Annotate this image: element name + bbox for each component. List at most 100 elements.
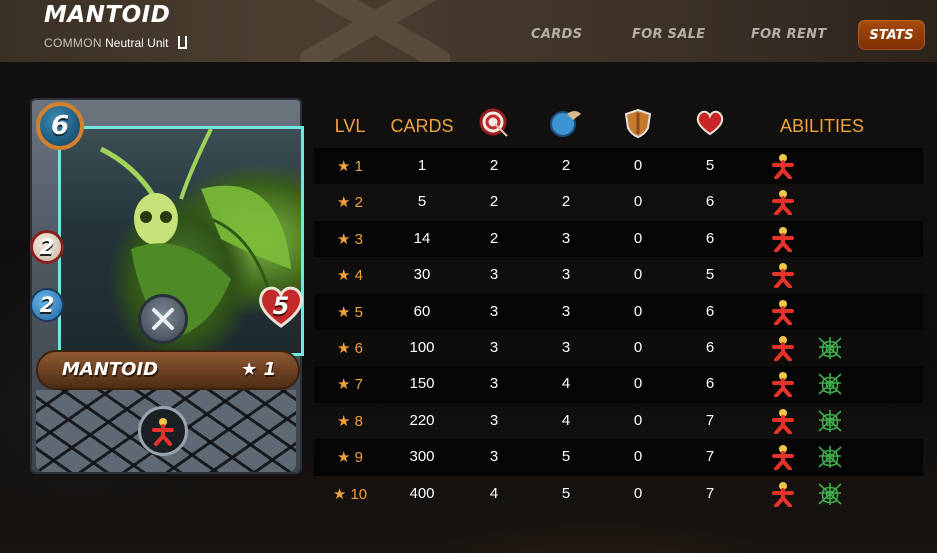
armor-cell: 0 [633, 157, 643, 174]
speed-cell: 2 [561, 193, 571, 211]
level-cell: ★ 10 [332, 485, 368, 503]
stats-row-5: ★ 5 60 3 3 0 6 [314, 293, 923, 330]
armor-cell: 0 [633, 338, 643, 356]
card-image: 6 2 2 5 MANTOID ★ 1 [30, 98, 304, 474]
taunt-icon[interactable] [769, 262, 797, 289]
stats-row-4: ★ 4 30 3 3 0 5 [314, 257, 923, 293]
speed-cell: 5 [561, 448, 571, 466]
health-badge: 5 [256, 284, 306, 328]
element-type-label: Neutral Unit [105, 36, 169, 50]
card-name-text: MANTOID [62, 359, 159, 380]
stats-row-3: ★ 3 14 2 3 0 6 [314, 220, 923, 258]
web-icon[interactable] [816, 481, 844, 507]
armor-cell: 0 [633, 448, 643, 466]
health-value: 5 [272, 292, 290, 320]
web-icon[interactable] [816, 408, 844, 434]
health-cell: 6 [705, 302, 715, 320]
armor-cell: 0 [633, 193, 643, 211]
ranged-attack-badge: 2 [30, 230, 64, 264]
cards-cell: 100 [409, 338, 435, 356]
health-cell: 6 [705, 375, 715, 393]
level-cell: ★ 6 [337, 339, 363, 357]
stats-row-8: ★ 8 220 3 4 0 7 [314, 403, 923, 439]
cards-cell: 14 [413, 229, 431, 247]
stats-row-1: ★ 1 1 2 2 0 5 [314, 148, 923, 185]
level-cell: ★ 2 [337, 194, 363, 212]
taunt-icon[interactable] [769, 335, 797, 361]
armor-cell: 0 [633, 229, 643, 247]
taunt-icon[interactable] [769, 408, 797, 434]
armor-cell: 0 [633, 302, 643, 320]
armor-cell: 0 [633, 266, 643, 284]
ranged-attack-icon [479, 108, 509, 142]
tab-for-sale[interactable]: FOR SALE [632, 27, 705, 42]
stats-row-6: ★ 6 100 3 3 0 6 [314, 330, 923, 366]
web-icon[interactable] [816, 444, 844, 470]
speed-icon [549, 108, 583, 142]
ranged-cell: 3 [489, 266, 499, 284]
taunt-icon[interactable] [769, 444, 797, 471]
health-cell: 5 [705, 157, 715, 174]
armor-cell: 0 [633, 375, 643, 393]
card-name-plate: MANTOID ★ 1 [36, 350, 300, 390]
ranged-cell: 3 [489, 338, 499, 356]
stats-header-row: LVL CARDS ABILITIES [314, 104, 923, 148]
taunt-icon [152, 418, 174, 446]
level-cell: ★ 4 [337, 267, 363, 285]
level-cell: ★ 3 [337, 230, 363, 248]
taunt-icon[interactable] [769, 299, 797, 325]
card-ability-badge [138, 406, 188, 456]
ranged-cell: 3 [489, 302, 499, 320]
cards-cell: 150 [409, 375, 435, 393]
crossed-swords-icon [152, 308, 174, 330]
ranged-cell: 3 [489, 411, 499, 429]
speed-cell: 3 [561, 229, 571, 247]
level-cell: ★ 1 [337, 158, 363, 175]
speed-cell: 3 [561, 338, 571, 356]
health-cell: 7 [705, 484, 715, 502]
header-cards: CARDS [390, 116, 454, 136]
neutral-type-emblem [138, 294, 188, 344]
taunt-icon[interactable] [769, 153, 797, 179]
speed-cell: 3 [561, 302, 571, 320]
armor-icon [624, 108, 652, 142]
taunt-icon[interactable] [769, 371, 797, 398]
taunt-icon[interactable] [769, 481, 797, 507]
cards-cell: 5 [417, 193, 427, 211]
cards-cell: 300 [409, 448, 435, 466]
health-cell: 6 [705, 229, 715, 247]
stats-row-9: ★ 9 300 3 5 0 7 [314, 439, 923, 476]
health-cell: 6 [705, 193, 715, 211]
ranged-cell: 2 [489, 193, 499, 211]
armor-cell: 0 [633, 484, 643, 502]
ranged-cell: 4 [489, 484, 499, 502]
ranged-cell: 2 [489, 157, 499, 174]
health-cell: 5 [705, 266, 715, 284]
cards-cell: 220 [409, 411, 435, 429]
tab-cards[interactable]: CARDS [531, 27, 582, 42]
mana-cost-badge: 6 [36, 102, 84, 150]
edition-icon [177, 36, 187, 49]
cards-cell: 1 [417, 157, 427, 174]
speed-cell: 5 [561, 484, 571, 502]
cards-cell: 30 [413, 266, 431, 284]
speed-badge: 2 [30, 288, 64, 322]
taunt-icon[interactable] [769, 189, 797, 216]
card-header: MANTOID COMMON Neutral Unit CARDS FOR SA… [0, 0, 937, 62]
tab-for-rent[interactable]: FOR RENT [751, 27, 827, 42]
speed-cell: 4 [561, 375, 571, 393]
stats-row-7: ★ 7 150 3 4 0 6 [314, 366, 923, 403]
tab-stats[interactable]: STATS [858, 20, 925, 50]
card-subtitle: COMMON Neutral Unit [44, 36, 187, 50]
stats-table: LVL CARDS ABILITIES ★ 1 1 2 2 0 5 ★ 2 5 … [314, 104, 923, 512]
ranged-cell: 3 [489, 448, 499, 466]
ranged-cell: 2 [489, 229, 499, 247]
speed-cell: 3 [561, 266, 571, 284]
level-cell: ★ 9 [337, 449, 363, 467]
web-icon[interactable] [816, 335, 844, 361]
web-icon[interactable] [816, 371, 844, 397]
rarity-label: COMMON [44, 36, 102, 50]
taunt-icon[interactable] [769, 226, 797, 252]
stats-row-2: ★ 2 5 2 2 0 6 [314, 184, 923, 220]
speed-cell: 2 [561, 157, 571, 174]
